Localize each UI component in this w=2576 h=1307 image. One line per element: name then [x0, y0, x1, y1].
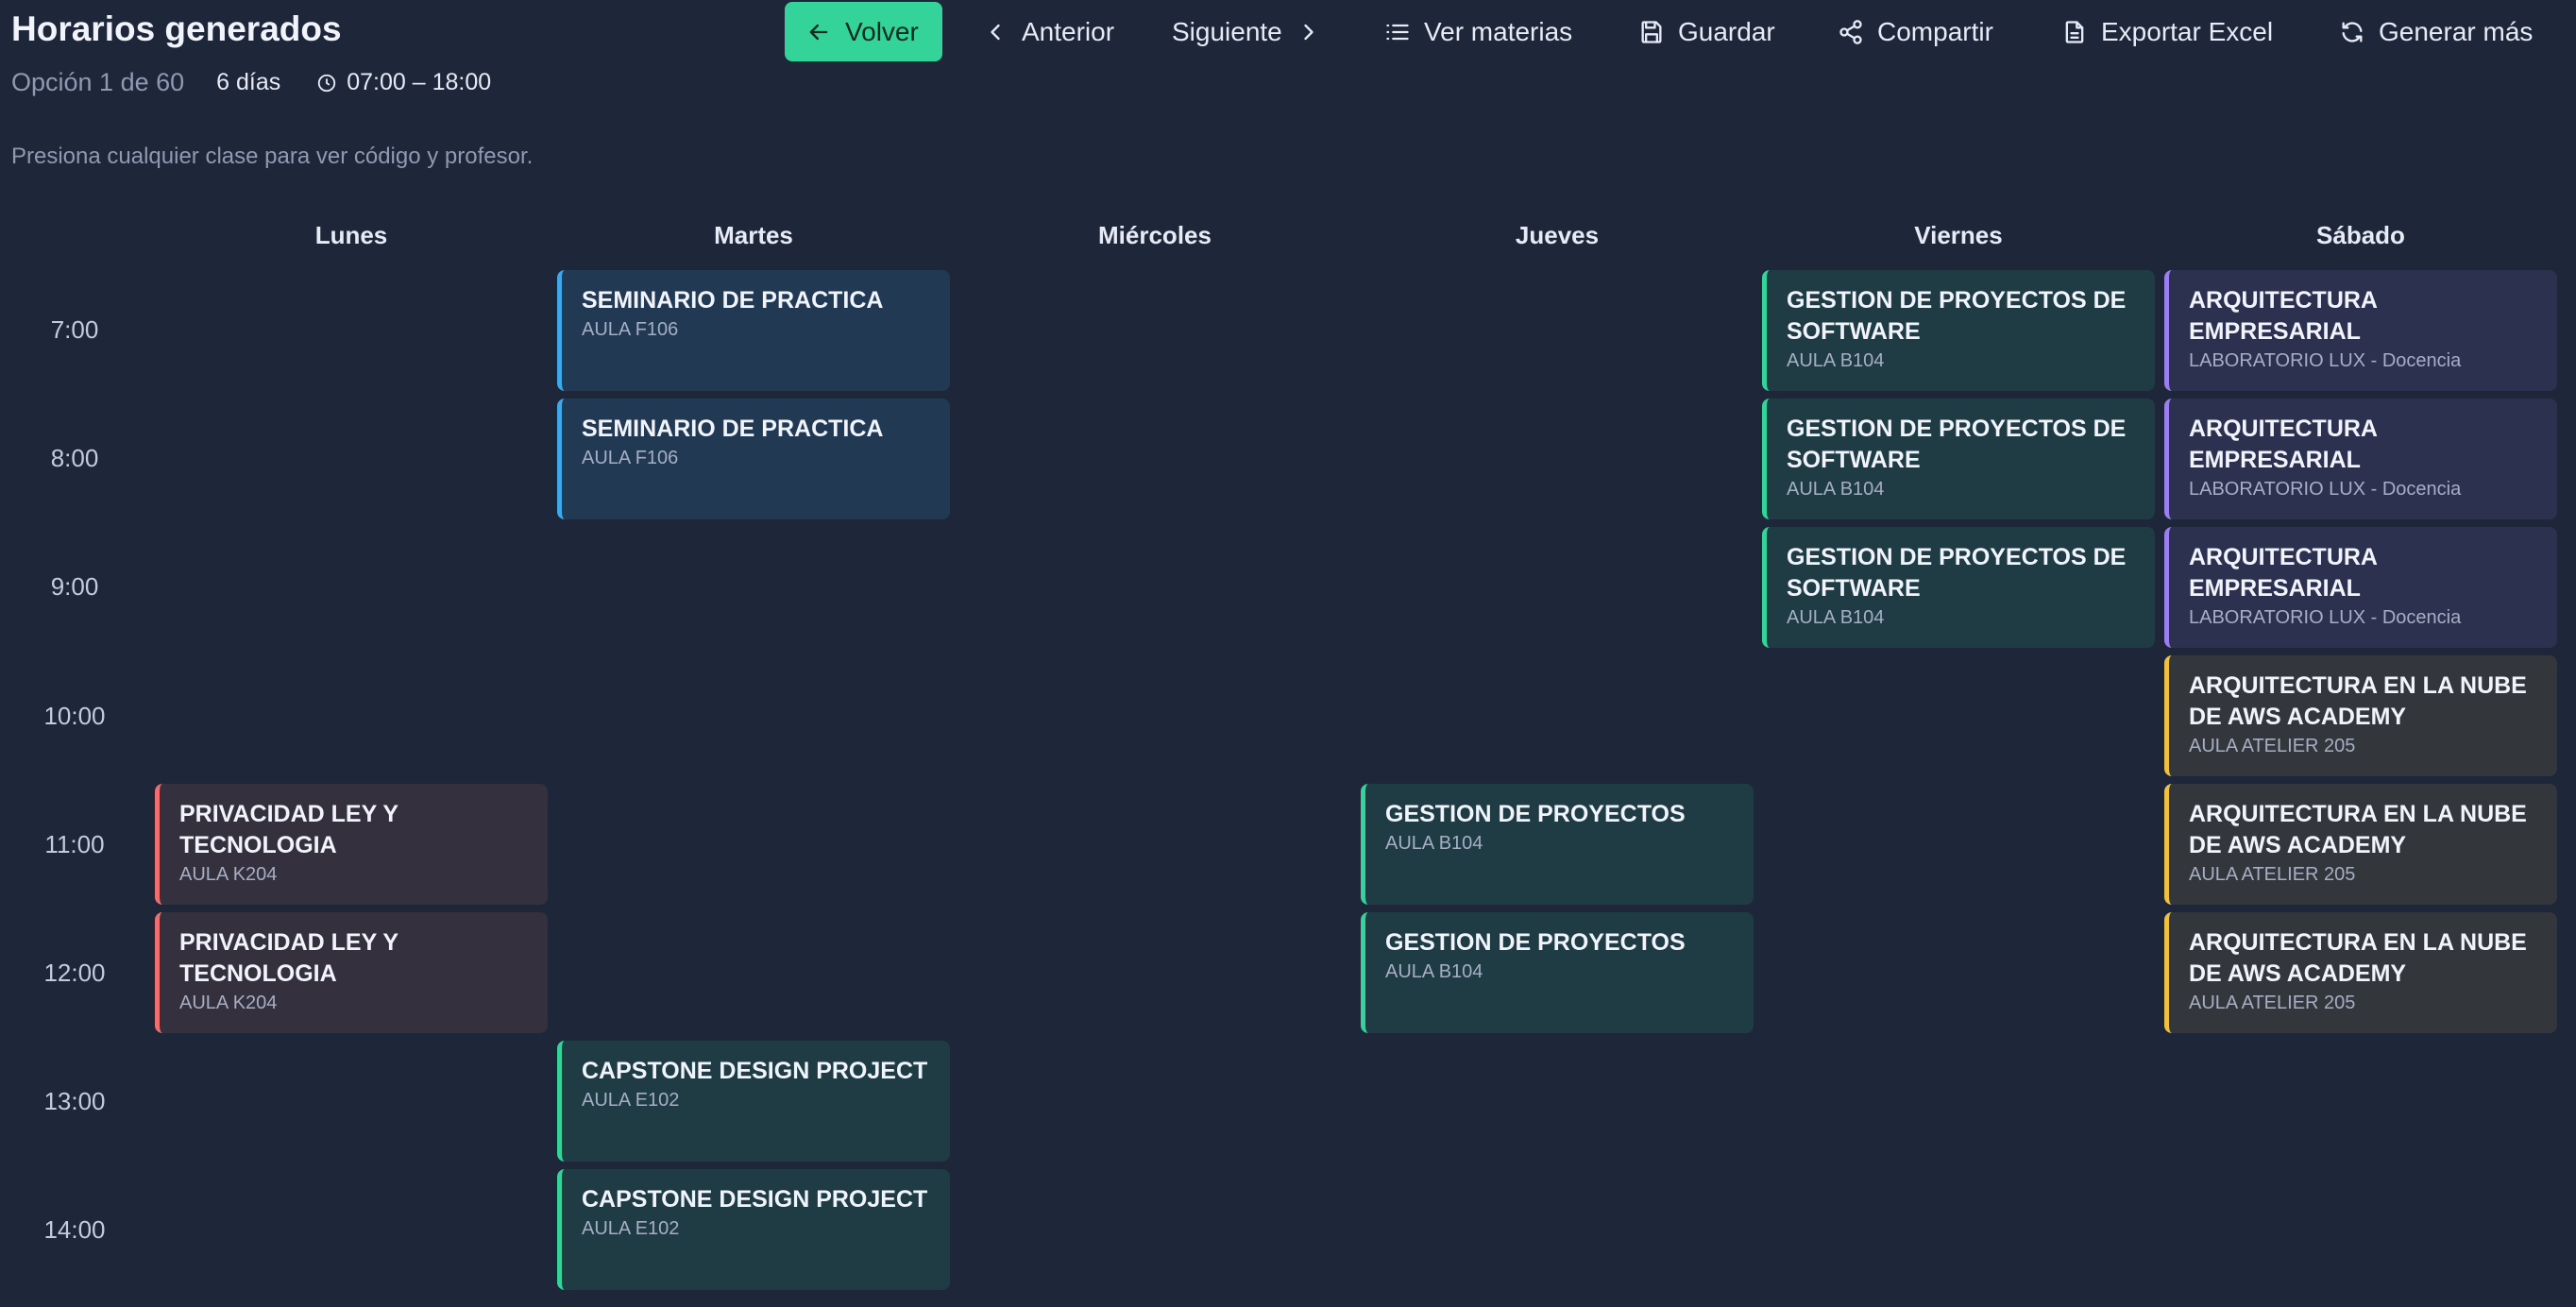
volver-label: Volver — [845, 16, 919, 46]
class-card[interactable]: ARQUITECTURA EN LA NUBE DE AWS ACADEMY AU… — [2164, 912, 2557, 1033]
class-name: GESTION DE PROYECTOS — [1385, 801, 1686, 827]
class-card[interactable]: GESTION DE PROYECTOS DE SOFTWARE AULA B10… — [1762, 527, 2155, 648]
hours-text: 07:00 – 18:00 — [347, 69, 492, 95]
time-label: 10:00 — [43, 702, 106, 730]
class-room: AULA F106 — [582, 319, 679, 340]
day-header-sabado: Sábado — [2316, 221, 2405, 249]
class-card[interactable]: ARQUITECTURA EN LA NUBE DE AWS ACADEMY AU… — [2164, 655, 2557, 776]
class-name: CAPSTONE DESIGN PROJECT — [582, 1186, 928, 1213]
class-card[interactable]: ARQUITECTURA EMPRESARIAL LABORATORIO LUX … — [2164, 527, 2557, 648]
class-name: GESTION DE PROYECTOS — [1385, 929, 1686, 956]
class-name: PRIVACIDAD LEY Y TECNOLOGIA — [179, 929, 398, 987]
class-room: LABORATORIO LUX - Docencia — [2189, 350, 2462, 371]
clock-icon — [318, 74, 336, 92]
day-header-jueves: Jueves — [1515, 221, 1600, 249]
class-card[interactable]: GESTION DE PROYECTOS DE SOFTWARE AULA B10… — [1762, 270, 2155, 391]
time-label: 8:00 — [50, 444, 99, 472]
class-card[interactable]: CAPSTONE DESIGN PROJECT AULA E102 — [557, 1169, 950, 1290]
class-card[interactable]: PRIVACIDAD LEY Y TECNOLOGIA AULA K204 — [155, 784, 548, 905]
day-header-martes: Martes — [714, 221, 793, 249]
class-card[interactable]: SEMINARIO DE PRACTICA AULA F106 — [557, 399, 950, 519]
time-label: 7:00 — [50, 315, 99, 344]
generar-mas-button[interactable]: Generar más — [2339, 2, 2533, 61]
days-count: 6 días — [216, 69, 281, 95]
arrow-left-icon — [809, 24, 828, 40]
time-label: 13:00 — [43, 1087, 106, 1115]
refresh-icon — [2342, 21, 2363, 42]
class-room: AULA E102 — [582, 1090, 680, 1111]
day-header-lunes: Lunes — [314, 221, 388, 249]
class-name: SEMINARIO DE PRACTICA — [582, 416, 884, 442]
class-name: GESTION DE PROYECTOS DE SOFTWARE — [1787, 416, 2127, 473]
time-label: 11:00 — [44, 830, 105, 858]
class-room: LABORATORIO LUX - Docencia — [2189, 479, 2462, 500]
class-name: ARQUITECTURA EN LA NUBE DE AWS ACADEMY — [2189, 801, 2527, 858]
class-room: AULA B104 — [1385, 961, 1483, 982]
class-name: CAPSTONE DESIGN PROJECT — [582, 1058, 928, 1084]
share-icon — [1839, 19, 1862, 44]
class-room: AULA F106 — [582, 448, 679, 468]
anterior-button[interactable]: Anterior — [982, 2, 1114, 61]
hours-range: 07:00 – 18:00 — [316, 69, 491, 96]
class-card[interactable]: PRIVACIDAD LEY Y TECNOLOGIA AULA K204 — [155, 912, 548, 1033]
schedule-meta: Opción 1 de 60 6 días 07:00 – 18:00 — [11, 68, 491, 97]
time-label: 12:00 — [43, 959, 106, 987]
time-label: 9:00 — [50, 572, 99, 601]
class-room: AULA B104 — [1787, 479, 1885, 500]
class-name: SEMINARIO DE PRACTICA — [582, 287, 884, 314]
option-counter: Opción 1 de 60 — [11, 68, 185, 96]
siguiente-button[interactable]: Siguiente — [1172, 2, 1322, 61]
file-icon — [2065, 20, 2084, 43]
time-label: 14:00 — [43, 1215, 106, 1244]
class-card[interactable]: ARQUITECTURA EMPRESARIAL LABORATORIO LUX … — [2164, 270, 2557, 391]
class-name: ARQUITECTURA EMPRESARIAL — [2189, 287, 2378, 345]
list-icon — [1386, 24, 1409, 40]
guardar-button[interactable]: Guardar — [1638, 2, 1775, 61]
compartir-label: Compartir — [1877, 16, 1993, 46]
class-card[interactable]: ARQUITECTURA EN LA NUBE DE AWS ACADEMY AU… — [2164, 784, 2557, 905]
class-card[interactable]: GESTION DE PROYECTOS AULA B104 — [1361, 912, 1754, 1033]
class-room: AULA K204 — [179, 864, 278, 885]
chevron-right-icon — [1304, 24, 1313, 40]
class-room: AULA B104 — [1787, 350, 1885, 371]
class-card[interactable]: CAPSTONE DESIGN PROJECT AULA E102 — [557, 1041, 950, 1162]
class-card[interactable]: ARQUITECTURA EMPRESARIAL LABORATORIO LUX … — [2164, 399, 2557, 519]
hint-text: Presiona cualquier clase para ver código… — [11, 144, 534, 169]
generar-mas-label: Generar más — [2379, 16, 2534, 46]
volver-button[interactable]: Volver — [785, 2, 942, 61]
class-room: AULA K204 — [179, 993, 278, 1013]
class-room: AULA E102 — [582, 1218, 680, 1239]
class-room: AULA ATELIER 205 — [2189, 864, 2356, 885]
save-icon — [1641, 20, 1662, 43]
class-card[interactable]: GESTION DE PROYECTOS AULA B104 — [1361, 784, 1754, 905]
class-name: PRIVACIDAD LEY Y TECNOLOGIA — [179, 801, 398, 858]
class-name: GESTION DE PROYECTOS DE SOFTWARE — [1787, 287, 2127, 345]
toolbar: Volver Anterior Siguiente Ver materias G… — [0, 0, 2576, 66]
class-card[interactable]: SEMINARIO DE PRACTICA AULA F106 — [557, 270, 950, 391]
class-name: ARQUITECTURA EMPRESARIAL — [2189, 544, 2378, 602]
class-name: ARQUITECTURA EN LA NUBE DE AWS ACADEMY — [2189, 672, 2527, 730]
guardar-label: Guardar — [1678, 16, 1775, 46]
exportar-excel-label: Exportar Excel — [2101, 16, 2274, 46]
class-room: AULA B104 — [1787, 607, 1885, 628]
class-card[interactable]: GESTION DE PROYECTOS DE SOFTWARE AULA B10… — [1762, 399, 2155, 519]
chevron-left-icon — [991, 24, 1000, 40]
class-room: AULA ATELIER 205 — [2189, 736, 2356, 756]
day-header-viernes: Viernes — [1914, 221, 2003, 249]
class-name: GESTION DE PROYECTOS DE SOFTWARE — [1787, 544, 2127, 602]
class-room: LABORATORIO LUX - Docencia — [2189, 607, 2462, 628]
siguiente-label: Siguiente — [1172, 16, 1282, 46]
compartir-button[interactable]: Compartir — [1838, 2, 1993, 61]
anterior-label: Anterior — [1022, 16, 1115, 46]
class-name: ARQUITECTURA EMPRESARIAL — [2189, 416, 2378, 473]
class-room: AULA B104 — [1385, 833, 1483, 854]
ver-materias-button[interactable]: Ver materias — [1384, 2, 1572, 61]
ver-materias-label: Ver materias — [1424, 16, 1573, 46]
day-header-miercoles: Miércoles — [1098, 221, 1212, 249]
class-name: ARQUITECTURA EN LA NUBE DE AWS ACADEMY — [2189, 929, 2527, 987]
class-room: AULA ATELIER 205 — [2189, 993, 2356, 1013]
exportar-excel-button[interactable]: Exportar Excel — [2061, 2, 2273, 61]
